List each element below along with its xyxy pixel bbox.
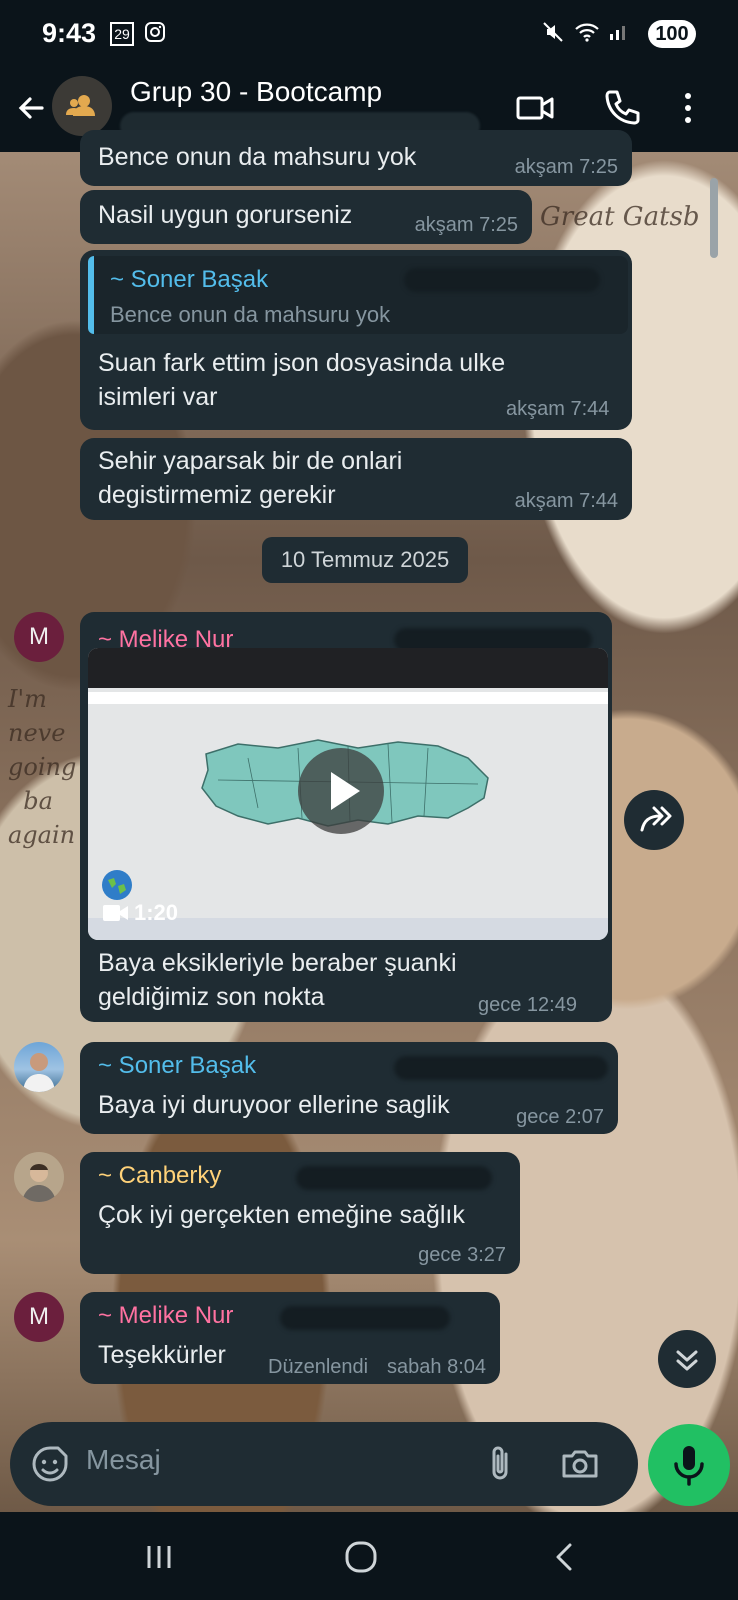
reply-quote-bar bbox=[88, 256, 94, 334]
message-time: gece 12:49 bbox=[478, 994, 577, 1016]
message-bubble[interactable]: Sehir yaparsak bir de onlari degistirmem… bbox=[80, 438, 632, 520]
scroll-to-bottom-button[interactable] bbox=[658, 1330, 716, 1388]
instagram-icon bbox=[142, 20, 168, 46]
message-text: Teşekkürler bbox=[98, 1341, 226, 1369]
message-input[interactable]: Mesaj bbox=[86, 1444, 161, 1476]
avatar[interactable] bbox=[14, 1152, 64, 1202]
avatar[interactable]: M bbox=[14, 1292, 64, 1342]
message-composer[interactable]: Mesaj bbox=[10, 1422, 638, 1506]
message-text: Suan fark ettim json dosyasinda ulke isi… bbox=[98, 349, 506, 411]
person-photo-icon bbox=[23, 1053, 55, 1092]
message-text: Çok iyi gerçekten emeğine sağlık bbox=[98, 1201, 465, 1229]
camera-icon bbox=[562, 1450, 598, 1478]
message-time: gece 2:07 bbox=[516, 1106, 604, 1128]
redacted-phone bbox=[404, 268, 600, 292]
camera-button[interactable] bbox=[558, 1442, 602, 1486]
double-chevron-down-icon bbox=[676, 1350, 698, 1371]
wifi-icon bbox=[574, 20, 600, 46]
home-button[interactable] bbox=[342, 1538, 380, 1576]
redacted-phone bbox=[394, 1056, 608, 1080]
sticker-button[interactable] bbox=[28, 1442, 72, 1486]
person-photo-icon bbox=[14, 1152, 64, 1202]
message-time: akşam 7:25 bbox=[514, 156, 618, 178]
reply-author: ~ Soner Başak bbox=[110, 266, 269, 293]
header-overlay bbox=[0, 68, 738, 152]
message-time: akşam 7:25 bbox=[414, 214, 518, 236]
wallpaper-decoration: I'm neve going ba again bbox=[8, 685, 77, 849]
attach-button[interactable] bbox=[480, 1442, 520, 1486]
mute-icon bbox=[540, 20, 566, 46]
message-text: Baya iyi duruyoor ellerine saglik bbox=[98, 1091, 450, 1119]
home-icon bbox=[345, 1541, 377, 1573]
scrollbar-thumb[interactable] bbox=[710, 178, 718, 258]
message-bubble[interactable]: ~ Canberky Çok iyi gerçekten emeğine sağ… bbox=[80, 1152, 520, 1274]
recents-icon bbox=[147, 1546, 171, 1568]
video-camera-icon bbox=[102, 902, 130, 929]
message-bubble[interactable]: ~ Melike Nur Teşekkürler Düzenlendi saba… bbox=[80, 1292, 500, 1384]
redacted-phone bbox=[280, 1306, 450, 1330]
message-text: Nasil uygun gorurseniz bbox=[98, 201, 353, 229]
voice-record-button[interactable] bbox=[648, 1424, 730, 1506]
chevron-left-icon bbox=[556, 1543, 572, 1571]
sender-name[interactable]: ~ Soner Başak bbox=[98, 1052, 256, 1080]
battery-indicator: 100 bbox=[648, 20, 696, 48]
paperclip-icon bbox=[492, 1446, 508, 1480]
redacted-phone bbox=[296, 1166, 492, 1190]
system-back-button[interactable] bbox=[548, 1540, 582, 1574]
reply-text: Bence onun da mahsuru yok bbox=[110, 302, 391, 327]
sender-name[interactable]: ~ Melike Nur bbox=[98, 1302, 233, 1330]
calendar-icon: 29 bbox=[110, 22, 134, 46]
status-bar: 9:43 29 100 bbox=[0, 0, 738, 68]
message-time: gece 3:27 bbox=[418, 1244, 506, 1266]
microphone-icon bbox=[674, 1446, 704, 1486]
message-bubble[interactable]: ~ Soner Başak Baya iyi duruyoor ellerine… bbox=[80, 1042, 618, 1134]
message-text: Sehir yaparsak bir de onlari degistirmem… bbox=[98, 447, 403, 509]
avatar[interactable]: M bbox=[14, 612, 64, 662]
play-icon bbox=[331, 772, 360, 810]
sticker-icon bbox=[32, 1446, 68, 1482]
wallpaper-decoration: Great Gatsb bbox=[540, 202, 700, 232]
system-navigation-bar bbox=[0, 1514, 738, 1600]
video-duration: 1:20 bbox=[134, 900, 179, 925]
message-bubble[interactable]: Nasil uygun gorurseniz akşam 7:25 bbox=[80, 190, 532, 244]
sender-name[interactable]: ~ Canberky bbox=[98, 1162, 221, 1190]
forward-icon bbox=[640, 806, 672, 832]
status-time: 9:43 bbox=[42, 18, 97, 48]
message-time: akşam 7:44 bbox=[514, 490, 618, 512]
date-separator: 10 Temmuz 2025 bbox=[262, 537, 468, 583]
reply-quote[interactable]: ~ Soner Başak Bence onun da mahsuru yok bbox=[88, 256, 628, 334]
message-time: akşam 7:44 bbox=[506, 398, 610, 420]
globe-icon bbox=[102, 870, 132, 900]
recent-apps-button[interactable] bbox=[142, 1540, 176, 1574]
avatar[interactable] bbox=[14, 1042, 64, 1092]
video-thumbnail[interactable]: 1:20 bbox=[88, 648, 608, 940]
video-caption: Baya eksikleriyle beraber şuanki geldiği… bbox=[98, 949, 457, 1011]
edited-label: Düzenlendi bbox=[268, 1356, 369, 1378]
forward-button[interactable] bbox=[624, 790, 684, 850]
play-button[interactable] bbox=[298, 748, 384, 834]
message-time: sabah 8:04 bbox=[387, 1356, 486, 1378]
signal-icon bbox=[606, 20, 632, 46]
